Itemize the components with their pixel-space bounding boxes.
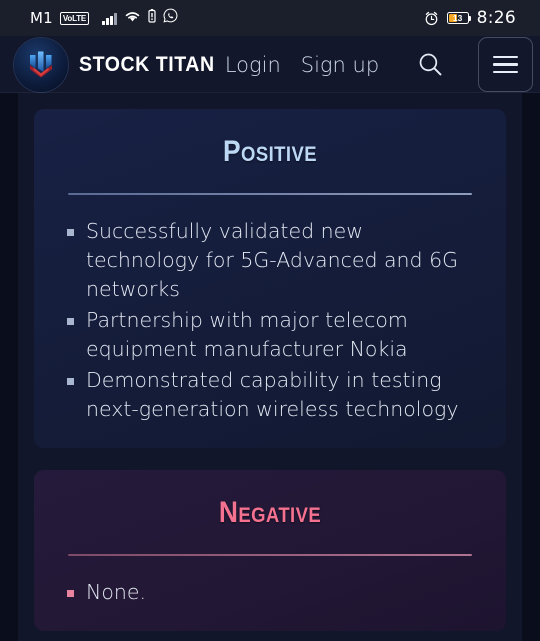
- volte-badge: VoLTE: [59, 11, 90, 25]
- positive-card: Positive Successfully validated new tech…: [34, 109, 506, 448]
- header-nav: Login Sign up: [225, 37, 534, 92]
- positive-card-divider: [68, 193, 472, 195]
- battery-icon: 13: [446, 12, 472, 24]
- negative-card-divider: [68, 554, 472, 556]
- list-item: Successfully validated new technology fo…: [62, 217, 476, 304]
- wifi-icon: [124, 9, 141, 28]
- alarm-clock-icon: [424, 11, 439, 26]
- list-item: Demonstrated capability in testing next-…: [62, 366, 476, 424]
- brand-home-link[interactable]: STOCK TITAN: [14, 37, 225, 92]
- signup-link[interactable]: Sign up: [301, 53, 379, 77]
- brand-name: STOCK TITAN: [79, 52, 215, 76]
- list-item: Partnership with major telecom equipment…: [62, 306, 476, 364]
- positive-points-list: Successfully validated new technology fo…: [62, 217, 476, 424]
- status-bar: M1 VoLTE 13 8:26: [0, 0, 540, 36]
- stock-titan-logo-icon: [14, 37, 68, 92]
- site-header: STOCK TITAN Login Sign up: [0, 36, 540, 93]
- status-bar-right: 13 8:26: [424, 8, 516, 28]
- content-container: Positive Successfully validated new tech…: [18, 93, 522, 641]
- carrier-label: M1: [30, 9, 53, 27]
- status-bar-left: M1 VoLTE: [30, 8, 178, 28]
- battery-alert-icon: [147, 8, 156, 28]
- hamburger-menu-icon[interactable]: [478, 37, 534, 92]
- login-link[interactable]: Login: [225, 53, 281, 77]
- clock-label: 8:26: [476, 8, 516, 28]
- negative-points-list: None.: [62, 578, 476, 607]
- signal-bars-icon: [102, 12, 117, 25]
- negative-card: Negative None.: [34, 470, 506, 631]
- negative-card-title: Negative: [218, 496, 322, 529]
- battery-percent-label: 13: [452, 12, 463, 23]
- positive-card-title: Positive: [222, 135, 318, 168]
- page-body: Positive Successfully validated new tech…: [0, 93, 540, 641]
- search-icon[interactable]: [417, 51, 444, 78]
- list-item: None.: [62, 578, 476, 607]
- whatsapp-icon: [163, 8, 178, 28]
